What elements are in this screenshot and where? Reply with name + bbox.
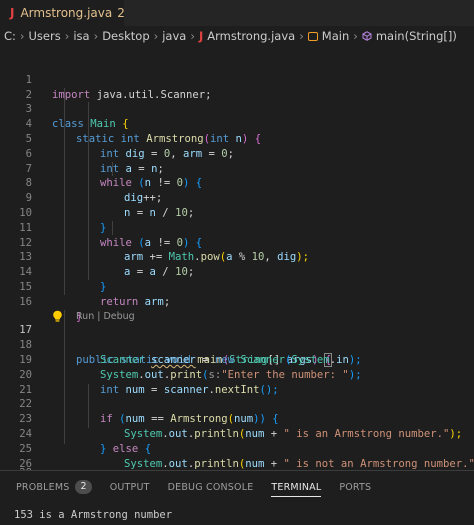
code-line: 21 [0, 368, 474, 396]
code-line: 6 int a = n; [0, 132, 474, 175]
breadcrumb-file[interactable]: Armstrong.java [207, 29, 295, 43]
breadcrumb-drive[interactable]: C: [4, 29, 16, 43]
tab-terminal[interactable]: TERMINAL [271, 471, 322, 503]
breadcrumb: C: › Users › isa › Desktop › java › J Ar… [0, 26, 474, 46]
panel-tabs: PROBLEMS 2 OUTPUT DEBUG CONSOLE TERMINAL… [0, 471, 474, 503]
code-line: 22 if (num == Armstrong(num)) { [0, 383, 474, 425]
code-line: 15 return arm; [0, 265, 474, 308]
breadcrumb-class[interactable]: Main [322, 29, 349, 43]
chevron-right-icon: › [190, 29, 195, 43]
code-line: 19 System.out.print(s:"Enter the number:… [0, 338, 474, 381]
chevron-right-icon: › [353, 29, 358, 43]
code-line: 24 } else { [0, 412, 474, 455]
tab-title: Armstrong.java [20, 6, 113, 20]
code-line: 23 System.out.println(num + " is an Arms… [0, 397, 474, 440]
code-line: 4 static int Armstrong(int n) { [0, 102, 474, 145]
chevron-right-icon: › [93, 29, 99, 43]
breadcrumb-java[interactable]: java [162, 29, 186, 43]
codelens-row: Run | Debug [0, 295, 474, 322]
code-line: 11 while (a != 0) { [0, 206, 474, 249]
code-line: 16 } [0, 280, 474, 323]
code-line: 5 int dig = 0, arm = 0; [0, 117, 474, 160]
lightbulb-icon[interactable] [52, 310, 63, 323]
code-line: 13 a = a / 10; [0, 236, 474, 278]
java-file-icon: J [10, 6, 15, 20]
code-line: 14 } [0, 250, 474, 293]
tab-problems-badge: 2 [117, 6, 125, 20]
editor-tab-bar: J Armstrong.java 2 [0, 0, 474, 26]
code-line: 18 Scanner scanner = new Scanner(System.… [0, 323, 474, 366]
code-line: 28 } [0, 451, 474, 494]
class-icon [307, 31, 318, 41]
tab-problems[interactable]: PROBLEMS 2 [16, 471, 92, 503]
bottom-panel: PROBLEMS 2 OUTPUT DEBUG CONSOLE TERMINAL… [0, 470, 474, 525]
code-line: 7 while (n != 0) { [0, 147, 474, 190]
code-line: 10 } [0, 191, 474, 234]
breadcrumb-isa[interactable]: isa [73, 29, 89, 43]
tab-armstrong-java[interactable]: J Armstrong.java 2 [0, 0, 125, 26]
code-line: 2 [0, 73, 474, 101]
chevron-right-icon: › [299, 29, 304, 43]
breadcrumb-method[interactable]: main(String[]) [376, 29, 457, 43]
code-line: 25 System.out.println(num + " is not an … [0, 427, 474, 470]
code-line: 3 class Main { [0, 88, 474, 130]
code-line: 20 int num = scanner.nextInt(); [0, 353, 474, 396]
chevron-right-icon: › [153, 29, 159, 43]
problems-count-badge: 2 [75, 480, 92, 494]
java-file-icon: J [198, 29, 204, 43]
chevron-right-icon: › [19, 29, 25, 43]
code-line: 9 n = n / 10; [0, 176, 474, 219]
code-line-active: 17 public static void main(String[] args… [0, 309, 474, 367]
method-cube-icon [362, 31, 372, 41]
tab-ports[interactable]: PORTS [339, 471, 371, 503]
tab-output[interactable]: OUTPUT [110, 471, 150, 503]
chevron-right-icon: › [64, 29, 70, 43]
tab-debug-console[interactable]: DEBUG CONSOLE [168, 471, 254, 503]
code-editor[interactable]: 1 import java.util.Scanner; 2 3 class Ma… [0, 58, 474, 499]
breadcrumb-desktop[interactable]: Desktop [102, 29, 149, 43]
terminal-output[interactable]: 153 is a Armstrong number [14, 509, 172, 521]
code-line: 1 import java.util.Scanner; [0, 58, 474, 101]
code-line: 8 dig++; [0, 162, 474, 204]
tab-problems-label: PROBLEMS [16, 481, 70, 493]
code-line: 12 arm += Math.pow(a % 10, dig); [0, 221, 474, 264]
breadcrumb-users[interactable]: Users [29, 29, 61, 43]
